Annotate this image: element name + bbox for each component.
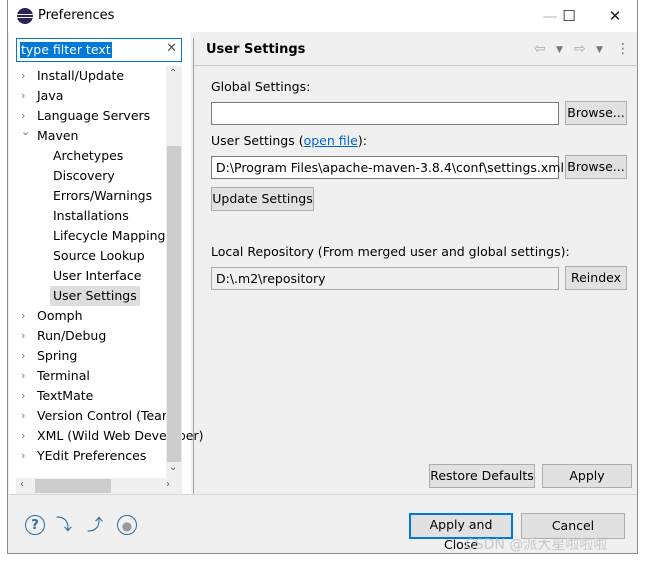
reindex-button[interactable]: Reindex (565, 266, 627, 290)
maximize-button[interactable]: ☐ (554, 4, 584, 28)
scroll-up-icon[interactable]: ⌃ (169, 68, 177, 79)
scroll-down-icon[interactable]: ⌄ (169, 462, 177, 473)
tree-item[interactable]: › Oomph (21, 306, 83, 326)
chevron-right-icon[interactable]: › (21, 406, 25, 426)
tree-item-label: Discovery (53, 168, 115, 183)
global-settings-label: Global Settings: (211, 79, 311, 94)
chevron-right-icon[interactable]: › (21, 386, 25, 406)
page-header: User Settings ⇦ ▼ ⇨ ▼ ⋮ (194, 38, 638, 66)
watermark: CSDN @派大星啦啦啦 (465, 537, 608, 553)
tree-item-label: Spring (37, 348, 78, 363)
preference-tree-pane: type filter text ✕ › Install/Update › Java ›… (9, 32, 204, 494)
tree-item-label: Terminal (37, 368, 90, 383)
title-bar: Preferences — ☐ ✕ (8, 0, 637, 32)
tree-item-label: Errors/Warnings (53, 188, 153, 203)
scrollbar-thumb[interactable] (35, 479, 111, 493)
tree-item[interactable]: Lifecycle Mappings (53, 226, 172, 246)
tree-item[interactable]: User Interface (53, 266, 141, 286)
global-settings-input[interactable] (211, 102, 559, 125)
tree-item[interactable]: › Run/Debug (21, 326, 107, 346)
tree-item-label: Install/Update (37, 68, 125, 83)
chevron-right-icon[interactable]: › (21, 86, 25, 106)
user-settings-input[interactable]: D:\Program Files\apache-maven-3.8.4\conf… (211, 156, 564, 179)
tree-item[interactable]: Source Lookup (53, 246, 145, 266)
forward-icon[interactable]: ⇨ (574, 41, 586, 57)
record-icon[interactable]: ● (117, 515, 137, 535)
chevron-right-icon[interactable]: › (21, 446, 25, 466)
user-browse-button[interactable]: Browse... (565, 155, 627, 179)
tree-item-label: User Interface (53, 268, 142, 283)
tree-item-label: Maven (37, 128, 79, 143)
more-options-icon[interactable]: ⋮ (616, 41, 630, 57)
user-settings-label-text: User Settings ( (211, 133, 304, 148)
local-repository-label: Local Repository (From merged user and g… (211, 244, 570, 259)
tree-item-label: Java (37, 88, 64, 103)
tree-item-label: Version Control (Team) (37, 408, 179, 423)
tree-item-label: Installations (53, 208, 129, 223)
chevron-down-icon[interactable]: ⌄ (21, 122, 30, 142)
settings-page: User Settings ⇦ ▼ ⇨ ▼ ⋮ Global Settings:… (193, 38, 638, 494)
scroll-right-icon[interactable]: › (166, 479, 170, 490)
back-menu-icon[interactable]: ▼ (556, 45, 563, 55)
tree-item[interactable]: Discovery (53, 166, 115, 186)
tree-item-label: YEdit Preferences (37, 448, 147, 463)
tree-item-label: Run/Debug (37, 328, 107, 343)
export-icon[interactable]: ⤴ (85, 515, 105, 535)
tree-item[interactable]: User Settings (50, 286, 140, 306)
tree-item-label: TextMate (37, 388, 94, 403)
tree-item[interactable]: › YEdit Preferences (21, 446, 147, 466)
vertical-scrollbar[interactable]: ⌃ ⌄ (166, 66, 182, 478)
chevron-right-icon[interactable]: › (21, 306, 25, 326)
help-icon[interactable]: ? (25, 515, 45, 535)
chevron-right-icon[interactable]: › (21, 66, 25, 86)
forward-menu-icon[interactable]: ▼ (596, 45, 603, 55)
tree-item[interactable]: › Install/Update (21, 66, 125, 86)
tree-item[interactable]: › Spring (21, 346, 78, 366)
horizontal-scrollbar[interactable]: ‹ › (16, 478, 182, 494)
chevron-right-icon[interactable]: › (21, 366, 25, 386)
apply-button[interactable]: Apply (542, 464, 632, 488)
chevron-right-icon[interactable]: › (21, 346, 25, 366)
back-icon[interactable]: ⇦ (534, 41, 546, 57)
scroll-left-icon[interactable]: ‹ (20, 479, 24, 490)
global-browse-button[interactable]: Browse... (565, 101, 627, 125)
tree-item[interactable]: Installations (53, 206, 129, 226)
tree-item[interactable]: › Language Servers (21, 106, 151, 126)
tree-item-label: Archetypes (53, 148, 124, 163)
preferences-dialog: Preferences — ☐ ✕ type filter text ✕ › In… (7, 0, 638, 554)
page-title: User Settings (206, 42, 306, 57)
update-settings-button[interactable]: Update Settings (211, 187, 314, 211)
tree-item-label: Source Lookup (53, 248, 145, 263)
tree-item[interactable]: › Java (21, 86, 64, 106)
tree-item-label: Lifecycle Mappings (53, 228, 172, 243)
clear-filter-icon[interactable]: ✕ (166, 41, 177, 56)
filter-text: type filter text (20, 42, 112, 58)
filter-input[interactable]: type filter text ✕ (16, 38, 182, 62)
import-icon[interactable]: ⤵ (54, 515, 74, 535)
tree-item[interactable]: Archetypes (53, 146, 123, 166)
scrollbar-thumb[interactable] (167, 146, 181, 462)
tree-item[interactable]: › Terminal (21, 366, 90, 386)
local-repository-field: D:\.m2\repository (211, 267, 559, 290)
restore-defaults-button[interactable]: Restore Defaults (429, 464, 535, 488)
close-button[interactable]: ✕ (600, 4, 630, 28)
tree-item[interactable]: › Version Control (Team) (21, 406, 179, 426)
tree-item[interactable]: › TextMate (21, 386, 94, 406)
tree-item-label: User Settings (53, 288, 137, 303)
user-settings-label-suffix: ): (357, 133, 367, 148)
user-settings-label: User Settings (open file): (211, 133, 367, 148)
chevron-right-icon[interactable]: › (21, 326, 25, 346)
tree-item[interactable]: ⌄ Maven (21, 125, 79, 146)
window-title: Preferences (38, 8, 115, 23)
tree-item-label: Oomph (37, 308, 83, 323)
tree-item-label: Language Servers (37, 108, 151, 123)
open-file-link[interactable]: open file (304, 133, 358, 148)
eclipse-logo-icon (17, 8, 33, 24)
tree-item[interactable]: Errors/Warnings (53, 186, 152, 206)
chevron-right-icon[interactable]: › (21, 426, 25, 446)
